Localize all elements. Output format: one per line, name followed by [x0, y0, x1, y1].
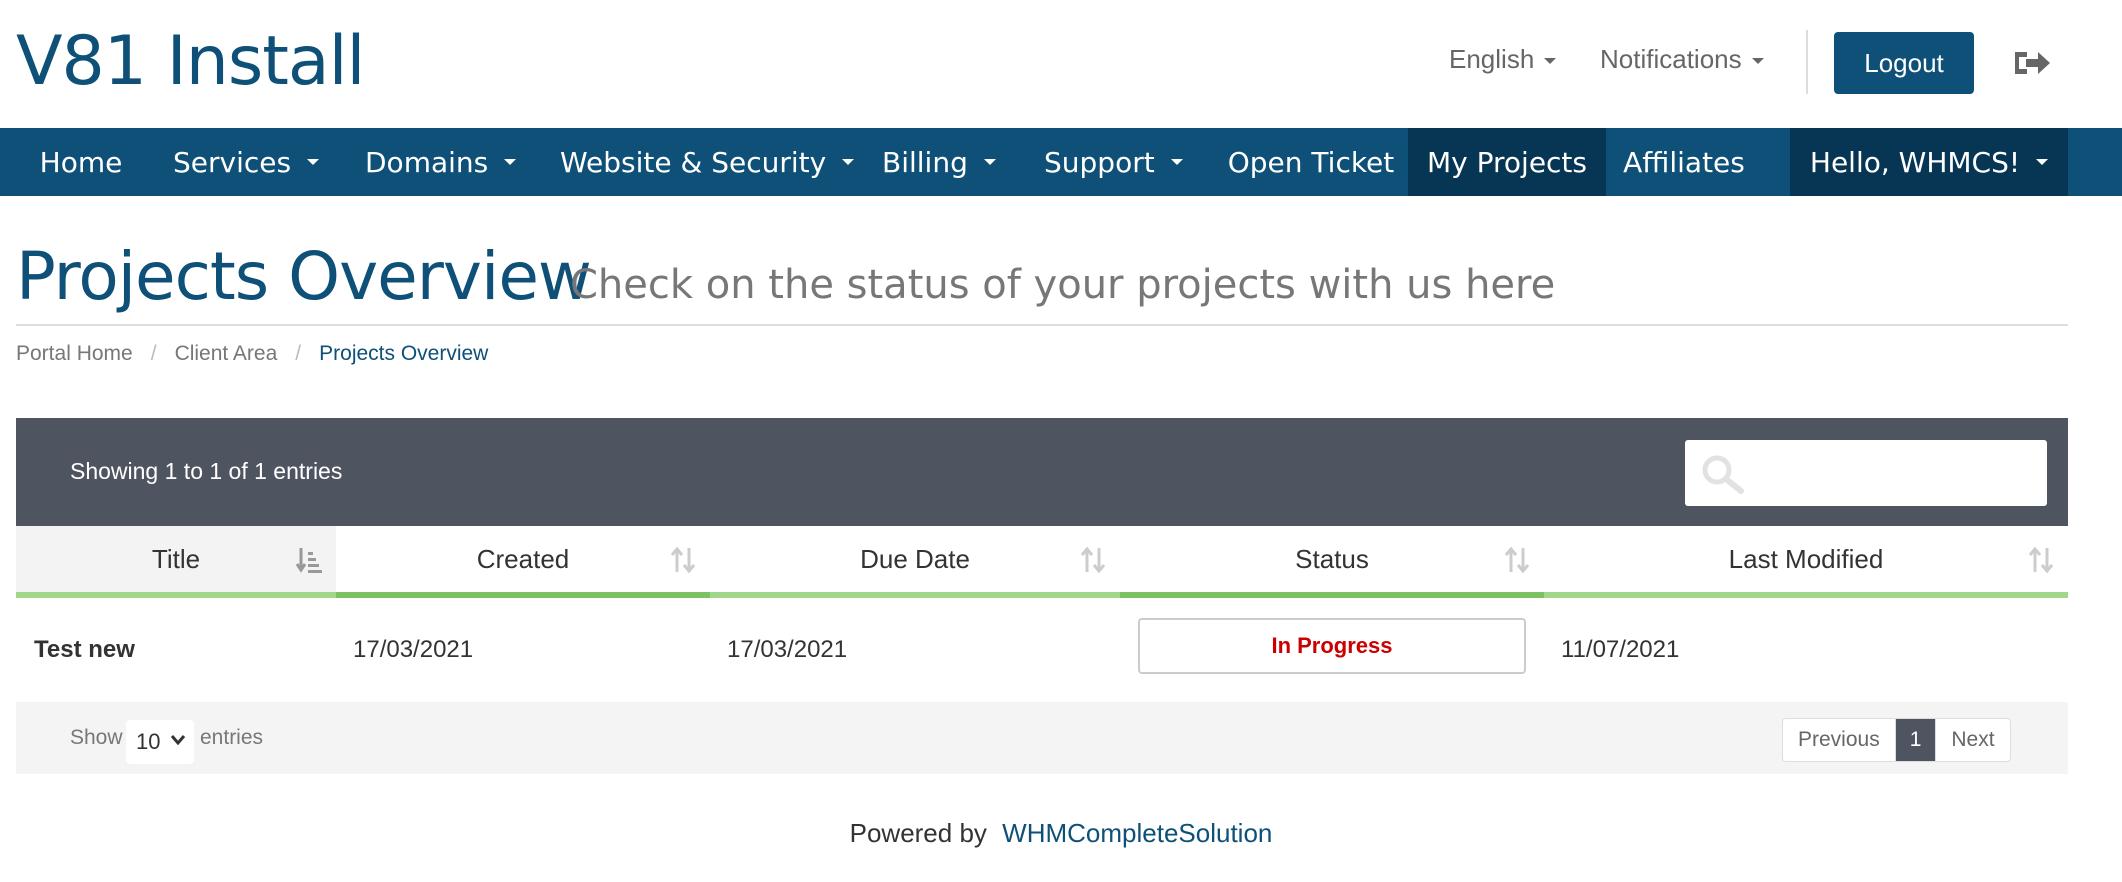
sort-icon [1504, 546, 1530, 574]
nav-item-label: Affiliates [1623, 145, 1745, 179]
breadcrumb-separator: / [150, 342, 157, 365]
nav-item-label: Support [1044, 145, 1155, 179]
page-number-button[interactable]: 1 [1895, 719, 1936, 761]
sort-icon [1080, 546, 1106, 574]
sort-icon [670, 546, 696, 574]
notifications-dropdown[interactable]: Notifications [1600, 44, 1764, 75]
nav-item-home[interactable]: Home [16, 128, 146, 196]
notifications-label: Notifications [1600, 44, 1742, 74]
nav-item-services[interactable]: Services [146, 128, 338, 196]
sign-out-icon[interactable] [2012, 48, 2052, 78]
caret-down-icon [1751, 58, 1764, 65]
column-header-status[interactable]: Status [1120, 526, 1544, 598]
nav-item-label: Billing [882, 145, 968, 179]
caret-down-icon [307, 159, 320, 165]
status-badge: In Progress [1138, 618, 1526, 674]
page-title: Projects Overview [16, 238, 592, 315]
search-icon [1702, 455, 1744, 494]
entries-label: entries [200, 726, 264, 749]
previous-page-button[interactable]: Previous [1783, 719, 1896, 761]
nav-item-my-projects[interactable]: My Projects [1408, 128, 1606, 196]
nav-item-domains[interactable]: Domains [338, 128, 530, 196]
sort-icon [2028, 546, 2054, 574]
sort-amount-icon [296, 548, 322, 573]
breadcrumb-portal-home[interactable]: Portal Home [16, 342, 133, 366]
column-label: Created [476, 543, 570, 574]
nav-item-label: Home [39, 145, 123, 179]
page-size-value: 10 [136, 729, 161, 754]
column-header-title[interactable]: Title [16, 526, 336, 598]
account-label: Hello, WHMCS! [1809, 145, 2021, 179]
nav-item-label: Domains [365, 145, 489, 179]
title-divider [16, 324, 2068, 326]
nav-item-label: Services [173, 145, 292, 179]
column-label: Last Modified [1728, 543, 1884, 574]
site-footer: Powered by WHMCompleteSolution [0, 818, 2122, 849]
cell-created: 17/03/2021 [353, 636, 474, 663]
column-header-due-date[interactable]: Due Date [710, 526, 1120, 598]
caret-down-icon [1544, 58, 1557, 65]
nav-item-label: Website & Security [560, 145, 827, 179]
table-info: Showing 1 to 1 of 1 entries [70, 458, 343, 484]
breadcrumb: Portal Home / Client Area / Projects Ove… [16, 342, 488, 366]
whmcs-link[interactable]: WHMCompleteSolution [1002, 818, 1272, 848]
caret-down-icon [983, 159, 996, 165]
main-navbar: Home Services Domains Website & Security… [0, 128, 2122, 196]
column-label: Status [1295, 543, 1369, 574]
nav-item-billing[interactable]: Billing [856, 128, 1022, 196]
search-input[interactable] [1685, 440, 2047, 506]
logout-button[interactable]: Logout [1834, 32, 1974, 94]
table-toolbar: Showing 1 to 1 of 1 entries [16, 418, 2068, 526]
table-footer: Show 10 entries Previous 1 Next [16, 702, 2068, 774]
powered-by-text: Powered by [849, 818, 987, 848]
cell-due-date: 17/03/2021 [727, 636, 848, 663]
caret-down-icon [2036, 159, 2049, 165]
pagination: Previous 1 Next [1782, 718, 2011, 762]
language-label: English [1449, 44, 1535, 74]
chevron-down-icon [170, 735, 186, 746]
breadcrumb-client-area[interactable]: Client Area [175, 342, 278, 366]
language-dropdown[interactable]: English [1449, 44, 1557, 75]
page-size-select[interactable]: 10 [126, 720, 194, 764]
site-header: V81 Install English Notifications Logout [0, 0, 2122, 128]
nav-item-open-ticket[interactable]: Open Ticket [1214, 128, 1408, 196]
cell-last-modified: 11/07/2021 [1561, 636, 1680, 663]
nav-item-support[interactable]: Support [1022, 128, 1214, 196]
caret-down-icon [504, 159, 517, 165]
page-subtitle: Check on the status of your projects wit… [570, 262, 1556, 308]
column-header-last-modified[interactable]: Last Modified [1544, 526, 2068, 598]
breadcrumb-separator: / [295, 342, 302, 365]
table-header: Title Created Due Date Status Last Modif… [16, 526, 2068, 598]
breadcrumb-current: Projects Overview [319, 342, 489, 365]
show-label: Show [70, 726, 123, 749]
nav-item-label: My Projects [1426, 145, 1587, 179]
nav-item-website-security[interactable]: Website & Security [530, 128, 856, 196]
nav-item-affiliates[interactable]: Affiliates [1606, 128, 1762, 196]
brand-logo[interactable]: V81 Install [16, 22, 365, 101]
header-divider [1806, 30, 1808, 94]
column-header-created[interactable]: Created [336, 526, 710, 598]
column-label: Due Date [860, 543, 970, 574]
next-page-button[interactable]: Next [1935, 719, 2009, 761]
table-row[interactable]: Test new 17/03/2021 17/03/2021 In Progre… [16, 598, 2068, 702]
nav-item-label: Open Ticket [1227, 145, 1395, 179]
caret-down-icon [1170, 159, 1183, 165]
column-label: Title [151, 543, 201, 574]
caret-down-icon [842, 159, 855, 165]
cell-title[interactable]: Test new [34, 598, 135, 702]
nav-item-account[interactable]: Hello, WHMCS! [1790, 128, 2068, 196]
